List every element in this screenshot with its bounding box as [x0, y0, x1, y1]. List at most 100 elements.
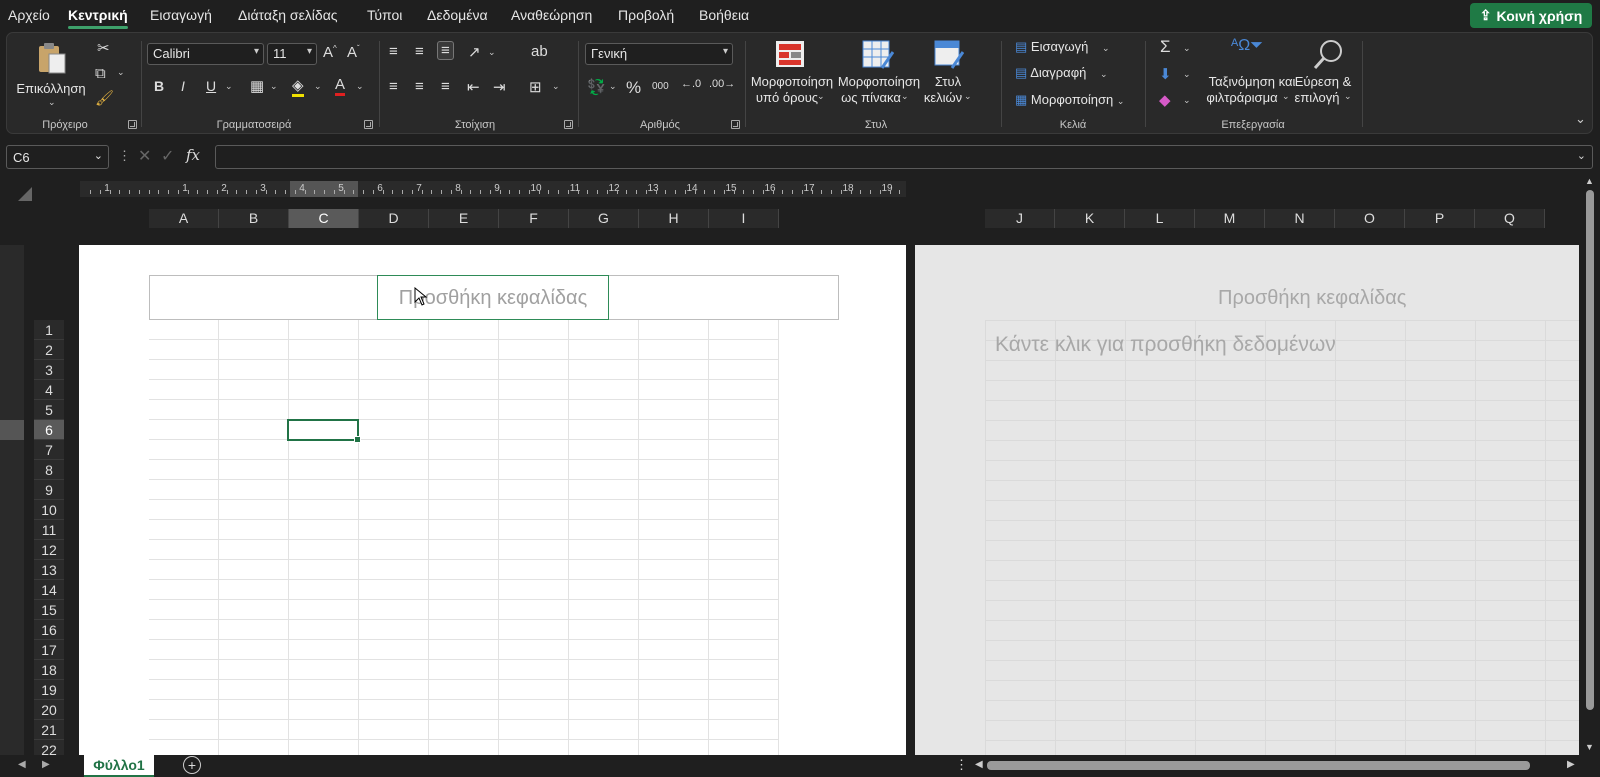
menu-page-layout[interactable]: Διάταξη σελίδας [238, 7, 338, 23]
clear-icon[interactable]: ◆ [1159, 91, 1171, 109]
font-name-select[interactable]: Calibri ▾ [147, 43, 264, 65]
paste-button[interactable]: Επικόλληση ⌄ [16, 39, 86, 109]
cut-icon[interactable]: ✂ [97, 39, 110, 57]
sheet-tab-active[interactable]: Φύλλο1 [84, 755, 154, 777]
menu-file[interactable]: Αρχείο [8, 7, 50, 23]
menu-home[interactable]: Κεντρική [68, 7, 128, 29]
align-middle-icon[interactable]: ≡ [415, 43, 424, 60]
column-header-h[interactable]: H [639, 209, 709, 228]
column-header-j[interactable]: J [985, 209, 1055, 228]
row-header-19[interactable]: 19 [34, 680, 64, 700]
column-header-i[interactable]: I [709, 209, 779, 228]
row-header-4[interactable]: 4 [34, 380, 64, 400]
chevron-down-icon[interactable]: ⌄ [117, 67, 125, 78]
copy-icon[interactable]: ⧉ [95, 65, 106, 82]
row-header-5[interactable]: 5 [34, 400, 64, 420]
increase-decimal-icon[interactable]: ←.0 [681, 78, 701, 90]
column-header-b[interactable]: B [219, 209, 289, 228]
format-painter-icon[interactable]: 🖌 [95, 89, 114, 107]
more-options-icon[interactable]: ⋮ [955, 757, 968, 773]
page2-add-data-hint[interactable]: Κάντε κλικ για προσθήκη δεδομένων [995, 333, 1336, 357]
page-2[interactable]: Προσθήκη κεφαλίδας Κάντε κλικ για προσθή… [915, 245, 1579, 755]
row-header-2[interactable]: 2 [34, 340, 64, 360]
chevron-down-icon[interactable]: ⌄ [356, 81, 364, 92]
percent-button[interactable]: % [626, 78, 641, 98]
formula-input[interactable]: ⌄ [215, 145, 1593, 169]
menu-view[interactable]: Προβολή [618, 7, 674, 23]
column-header-l[interactable]: L [1125, 209, 1195, 228]
chevron-down-icon[interactable]: ⌄ [488, 47, 496, 58]
increase-font-icon[interactable]: A^ [323, 44, 337, 61]
clipboard-launcher-icon[interactable] [128, 120, 137, 129]
insert-function-button[interactable]: fx [186, 146, 200, 164]
number-format-select[interactable]: Γενική ▾ [585, 43, 733, 65]
vertical-scroll-thumb[interactable] [1586, 190, 1594, 710]
merge-center-icon[interactable]: ⊞ [529, 78, 542, 96]
menu-formulas[interactable]: Τύποι [367, 7, 402, 23]
chevron-down-icon[interactable]: ⌄ [270, 81, 278, 92]
align-left-icon[interactable]: ≡ [389, 78, 398, 95]
prev-sheet-icon[interactable]: ◀ [18, 759, 26, 770]
menu-review[interactable]: Αναθεώρηση [511, 7, 592, 23]
column-header-n[interactable]: N [1265, 209, 1335, 228]
align-center-icon[interactable]: ≡ [415, 78, 424, 95]
fill-color-icon[interactable]: ◈ [292, 76, 304, 97]
row-header-16[interactable]: 16 [34, 620, 64, 640]
column-header-a[interactable]: A [149, 209, 219, 228]
fill-icon[interactable]: ⬇ [1159, 65, 1172, 83]
chevron-down-icon[interactable]: ⌄ [314, 81, 322, 92]
next-sheet-icon[interactable]: ▶ [42, 759, 50, 770]
row-header-17[interactable]: 17 [34, 640, 64, 660]
row-header-6[interactable]: 6 [34, 420, 64, 440]
chevron-down-icon[interactable]: ⌄ [609, 81, 617, 92]
row-header-11[interactable]: 11 [34, 520, 64, 540]
chevron-down-icon[interactable]: ⌄ [1183, 43, 1191, 54]
chevron-down-icon[interactable]: ⌄ [552, 81, 560, 92]
align-right-icon[interactable]: ≡ [441, 78, 450, 95]
underline-button[interactable]: U [206, 78, 216, 94]
column-header-p[interactable]: P [1405, 209, 1475, 228]
wrap-text-icon[interactable]: ab [531, 43, 548, 60]
decrease-font-icon[interactable]: Aˇ [347, 44, 360, 61]
column-header-o[interactable]: O [1335, 209, 1405, 228]
row-header-13[interactable]: 13 [34, 560, 64, 580]
expand-formula-icon[interactable]: ⌄ [1577, 149, 1586, 162]
accounting-format-icon[interactable]: 💱 [587, 78, 606, 96]
orientation-icon[interactable]: ↗ [468, 43, 481, 61]
font-launcher-icon[interactable] [364, 120, 373, 129]
page2-header-placeholder[interactable]: Προσθήκη κεφαλίδας [1218, 287, 1406, 310]
chevron-down-icon[interactable]: ⌄ [225, 81, 233, 92]
row-header-18[interactable]: 18 [34, 660, 64, 680]
menu-help[interactable]: Βοήθεια [699, 7, 749, 23]
name-box[interactable]: C6 ⌄ [6, 145, 109, 169]
scroll-down-icon[interactable]: ▼ [1585, 742, 1594, 752]
delete-cells-button[interactable]: ▤ Διαγραφή ⌄ [1015, 65, 1125, 85]
column-header-e[interactable]: E [429, 209, 499, 228]
row-header-21[interactable]: 21 [34, 720, 64, 740]
menu-data[interactable]: Δεδομένα [427, 7, 488, 23]
add-sheet-icon[interactable]: + [183, 756, 201, 774]
row-header-7[interactable]: 7 [34, 440, 64, 460]
header-center-placeholder[interactable]: Προσθήκη κεφαλίδας [377, 275, 609, 320]
cell-grid[interactable] [149, 320, 779, 755]
row-header-8[interactable]: 8 [34, 460, 64, 480]
row-header-20[interactable]: 20 [34, 700, 64, 720]
scroll-left-icon[interactable]: ◀ [975, 759, 983, 770]
column-header-d[interactable]: D [359, 209, 429, 228]
bold-button[interactable]: B [154, 78, 164, 94]
font-size-select[interactable]: 11 ▾ [267, 43, 317, 65]
italic-button[interactable]: I [181, 78, 185, 94]
chevron-down-icon[interactable]: ⌄ [1183, 95, 1191, 106]
vertical-scrollbar[interactable]: ▲ ▼ [1581, 176, 1600, 755]
comma-style-button[interactable]: 000 [652, 81, 669, 92]
row-header-9[interactable]: 9 [34, 480, 64, 500]
row-header-14[interactable]: 14 [34, 580, 64, 600]
row-header-10[interactable]: 10 [34, 500, 64, 520]
enter-icon[interactable]: ✓ [161, 146, 174, 166]
column-header-m[interactable]: M [1195, 209, 1265, 228]
column-header-f[interactable]: F [499, 209, 569, 228]
page-1[interactable]: Προσθήκη κεφαλίδας [79, 245, 906, 755]
ribbon-collapse-icon[interactable]: ⌄ [1575, 111, 1586, 127]
share-button[interactable]: ⇪ Κοινή χρήση [1470, 3, 1592, 28]
select-all-corner[interactable] [18, 187, 32, 201]
